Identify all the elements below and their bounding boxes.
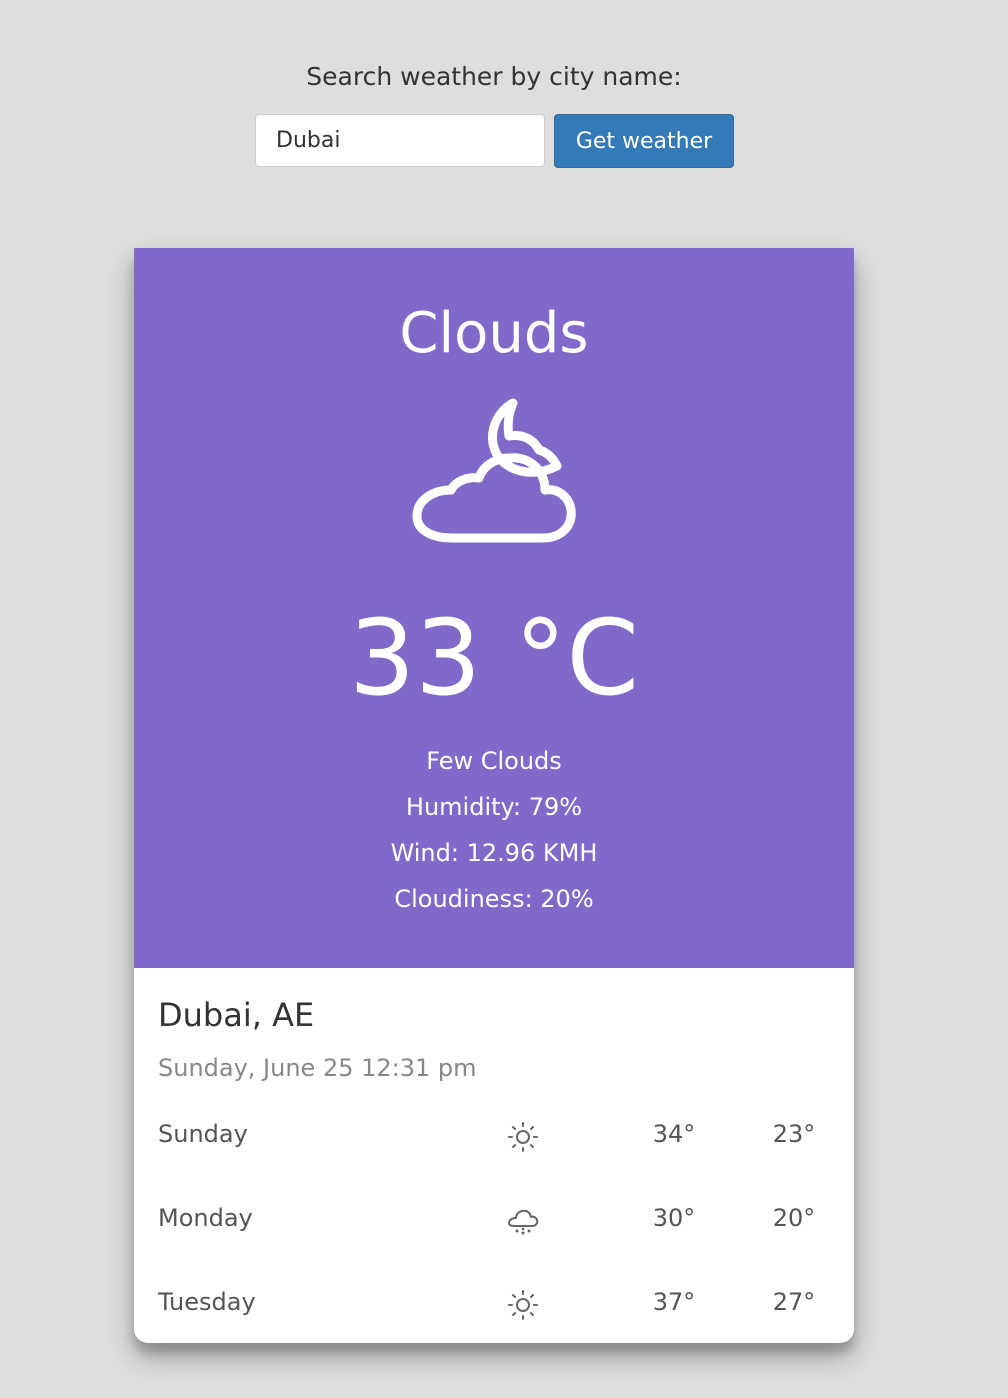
humidity: Humidity: 79% bbox=[405, 793, 583, 821]
get-weather-button[interactable]: Get weather bbox=[554, 114, 734, 168]
forecast-row: Tuesday 37° 27° bbox=[134, 1282, 854, 1322]
forecast-day: Monday bbox=[158, 1204, 253, 1232]
forecast-high: 34° bbox=[652, 1120, 696, 1148]
forecast-day: Sunday bbox=[158, 1120, 248, 1148]
forecast-low: 23° bbox=[772, 1120, 816, 1148]
location-name: Dubai, AE bbox=[158, 996, 315, 1034]
forecast-low: 20° bbox=[772, 1204, 816, 1232]
condition-title: Clouds bbox=[399, 301, 589, 366]
search-label: Search weather by city name: bbox=[306, 62, 682, 91]
weather-card: Clouds 33 °C Few Clouds Humidity: 79% Wi… bbox=[134, 248, 854, 1343]
sun-icon bbox=[508, 1290, 538, 1320]
current-weather-panel: Clouds 33 °C Few Clouds Humidity: 79% Wi… bbox=[134, 248, 854, 968]
forecast-high: 30° bbox=[652, 1204, 696, 1232]
temperature: 33 °C bbox=[348, 597, 639, 719]
date-time: Sunday, June 25 12:31 pm bbox=[158, 1054, 477, 1082]
rain-cloud-icon bbox=[508, 1209, 539, 1235]
cloud-moon-icon bbox=[412, 398, 576, 543]
forecast-day: Tuesday bbox=[158, 1288, 256, 1316]
sun-icon bbox=[508, 1122, 538, 1152]
wind: Wind: 12.96 KMH bbox=[390, 839, 598, 867]
weather-details: Few Clouds Humidity: 79% Wind: 12.96 KMH… bbox=[134, 738, 854, 922]
forecast-row: Monday 30° 20° bbox=[134, 1198, 854, 1238]
forecast-low: 27° bbox=[772, 1288, 816, 1316]
cloudiness: Cloudiness: 20% bbox=[394, 885, 594, 913]
city-search-input[interactable] bbox=[255, 114, 545, 167]
search-row: Get weather bbox=[255, 114, 734, 168]
weather-description: Few Clouds bbox=[426, 747, 562, 775]
forecast-high: 37° bbox=[652, 1288, 696, 1316]
forecast-row: Sunday 34° 23° bbox=[134, 1114, 854, 1154]
